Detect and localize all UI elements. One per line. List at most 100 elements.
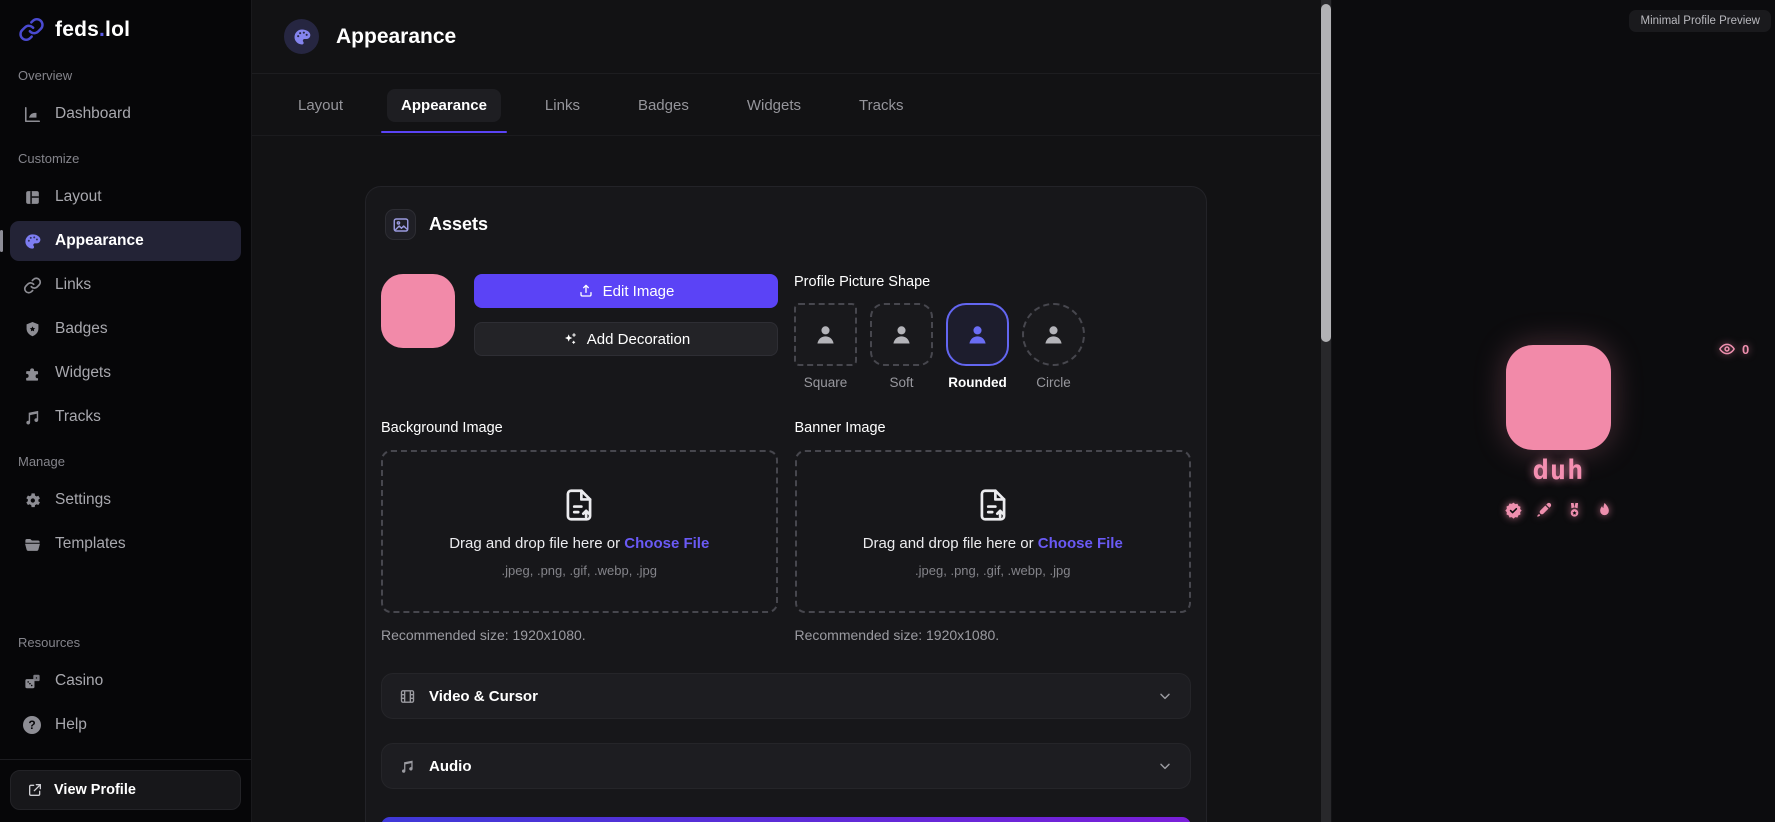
- background-image-section: Background Image Drag and drop file here…: [381, 420, 778, 643]
- sidebar-item-label: Templates: [55, 535, 126, 552]
- view-profile-button[interactable]: View Profile: [10, 770, 241, 810]
- sidebar-item-casino[interactable]: Casino: [10, 661, 241, 701]
- sidebar-item-links[interactable]: Links: [10, 265, 241, 305]
- person-icon: [946, 303, 1009, 366]
- file-upload-icon: [566, 488, 592, 521]
- palette-icon: [22, 231, 42, 251]
- app-root: feds.lol Overview Dashboard Customize La…: [0, 0, 1775, 822]
- shape-option-soft[interactable]: Soft: [870, 303, 933, 390]
- sidebar-item-help[interactable]: ? Help: [10, 705, 241, 745]
- music-note-icon: [399, 758, 416, 775]
- sidebar-footer: View Profile: [0, 759, 251, 812]
- save-button[interactable]: Save: [381, 817, 1191, 822]
- recommended-size: Recommended size: 1920x1080.: [794, 627, 1000, 643]
- add-decoration-label: Add Decoration: [586, 330, 691, 348]
- preview-avatar[interactable]: [1506, 345, 1611, 450]
- flame-badge-icon: [1595, 501, 1614, 520]
- chevron-down-icon: [1157, 758, 1173, 774]
- edit-image-label: Edit Image: [602, 282, 675, 300]
- page-header: Appearance: [252, 0, 1320, 74]
- recommended-size: Recommended size: 1920x1080.: [381, 627, 586, 643]
- music-note-icon: [22, 407, 42, 427]
- shape-section-label: Profile Picture Shape: [794, 274, 931, 290]
- upload-icon: [579, 284, 592, 297]
- shape-options: Square Soft Rounded Circle: [794, 303, 1085, 390]
- film-icon: [399, 688, 416, 705]
- accepted-formats: .jpeg, .png, .gif, .webp, .jpg: [501, 562, 657, 578]
- shape-option-label: Square: [803, 375, 848, 390]
- section-overview: Overview: [18, 68, 73, 83]
- sidebar-item-settings[interactable]: Settings: [10, 480, 241, 520]
- video-cursor-accordion[interactable]: Video & Cursor: [381, 673, 1191, 719]
- view-counter: 0: [1718, 340, 1749, 358]
- edit-image-button[interactable]: Edit Image: [474, 274, 778, 308]
- sidebar-nav: Overview Dashboard Customize Layout Appe…: [0, 53, 241, 747]
- shape-option-label: Soft: [889, 375, 914, 390]
- tab-widgets[interactable]: Widgets: [733, 89, 815, 122]
- shape-option-label: Circle: [1036, 375, 1071, 390]
- eye-icon: [1719, 343, 1735, 355]
- choose-file-link[interactable]: Choose File: [624, 535, 709, 552]
- sidebar-item-label: Tracks: [55, 408, 101, 425]
- sidebar-item-label: Appearance: [55, 232, 144, 249]
- shape-option-circle[interactable]: Circle: [1022, 303, 1085, 390]
- brand[interactable]: feds.lol: [10, 14, 241, 53]
- gear-icon: [22, 490, 42, 510]
- sidebar-item-appearance[interactable]: Appearance: [0, 221, 241, 261]
- banner-image-dropzone[interactable]: Drag and drop file here or Choose File .…: [794, 450, 1191, 613]
- vertical-scrollbar[interactable]: [1320, 0, 1332, 822]
- shape-option-rounded[interactable]: Rounded: [946, 303, 1009, 390]
- choose-file-link[interactable]: Choose File: [1038, 535, 1123, 552]
- asset-buttons: Edit Image Add Decoration: [474, 274, 778, 390]
- main-content: Appearance Layout Appearance Links Badge…: [252, 0, 1320, 822]
- accepted-formats: .jpeg, .png, .gif, .webp, .jpg: [915, 562, 1071, 578]
- add-decoration-button[interactable]: Add Decoration: [474, 322, 778, 356]
- section-customize: Customize: [18, 151, 80, 166]
- sidebar-item-templates[interactable]: Templates: [10, 524, 241, 564]
- paintbrush-badge-icon: [1534, 501, 1553, 520]
- sidebar-item-widgets[interactable]: Widgets: [10, 353, 241, 393]
- brand-name: feds.lol: [55, 17, 131, 41]
- shape-option-square[interactable]: Square: [794, 303, 857, 390]
- audio-accordion[interactable]: Audio: [381, 743, 1191, 789]
- profile-preview-panel: Minimal Profile Preview 0 duh: [1332, 0, 1775, 822]
- section-resources: Resources: [18, 635, 81, 650]
- drop-instruction: Drag and drop file here or Choose File: [449, 534, 710, 552]
- layout-icon: [22, 187, 42, 207]
- sidebar-item-label: Layout: [55, 188, 102, 205]
- tab-links[interactable]: Links: [531, 89, 594, 122]
- assets-card-header: Assets: [381, 209, 1191, 240]
- active-indicator: [0, 230, 3, 252]
- view-count: 0: [1742, 341, 1750, 357]
- sidebar-item-layout[interactable]: Layout: [10, 177, 241, 217]
- content-area: Assets Edit Image Add Decoration Profile…: [252, 136, 1320, 822]
- tab-appearance[interactable]: Appearance: [381, 89, 507, 133]
- sidebar-item-tracks[interactable]: Tracks: [10, 397, 241, 437]
- tab-bar: Layout Appearance Links Badges Widgets T…: [252, 74, 1320, 136]
- background-image-label: Background Image: [381, 420, 503, 436]
- sidebar-item-dashboard[interactable]: Dashboard: [10, 94, 241, 134]
- external-link-icon: [29, 784, 41, 796]
- tab-layout[interactable]: Layout: [284, 89, 357, 122]
- sidebar-item-label: Dashboard: [55, 105, 131, 122]
- chevron-down-icon: [1157, 688, 1173, 704]
- sidebar-item-label: Badges: [55, 320, 108, 337]
- folder-icon: [22, 534, 42, 554]
- assets-card: Assets Edit Image Add Decoration Profile…: [365, 186, 1207, 822]
- scrollbar-thumb[interactable]: [1321, 4, 1331, 342]
- tab-tracks[interactable]: Tracks: [845, 89, 917, 122]
- palette-header-icon: [284, 19, 319, 54]
- banner-image-label: Banner Image: [794, 420, 886, 436]
- drop-instruction: Drag and drop file here or Choose File: [862, 534, 1123, 552]
- sidebar-item-label: Widgets: [55, 364, 111, 381]
- sparkles-icon: [564, 333, 576, 344]
- image-icon: [385, 209, 416, 240]
- profile-picture[interactable]: [381, 274, 455, 348]
- upload-sections: Background Image Drag and drop file here…: [381, 420, 1191, 643]
- background-image-dropzone[interactable]: Drag and drop file here or Choose File .…: [381, 450, 778, 613]
- verified-badge-icon: [1504, 501, 1523, 520]
- shape-option-label: Rounded: [948, 375, 1007, 390]
- sidebar-item-badges[interactable]: Badges: [10, 309, 241, 349]
- tab-badges[interactable]: Badges: [624, 89, 703, 122]
